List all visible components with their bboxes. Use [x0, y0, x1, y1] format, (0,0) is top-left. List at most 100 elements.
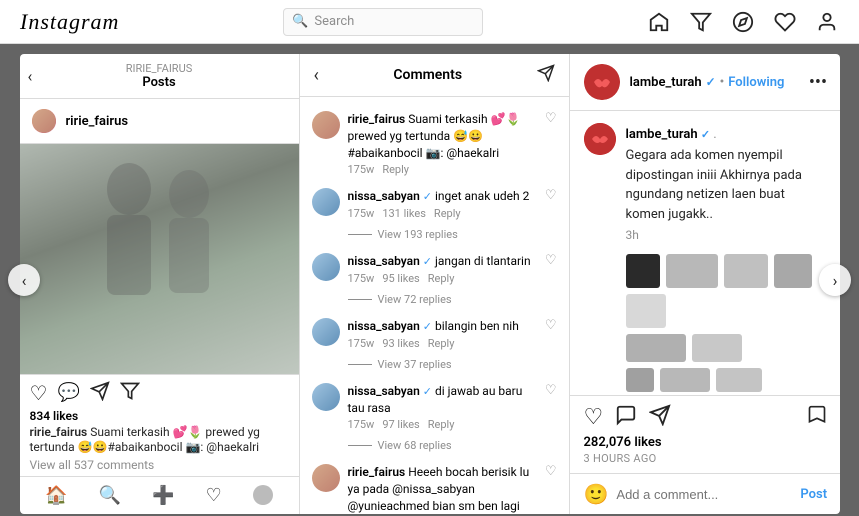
detail-panel: lambe_turah ✓ • Following ••• lam	[570, 54, 840, 514]
heart-icon[interactable]	[773, 10, 797, 34]
verified-icon: ✓	[423, 190, 432, 203]
thumbnail-sm2	[660, 368, 710, 392]
more-options-button[interactable]: •••	[809, 72, 827, 93]
verified-icon: ✓	[423, 385, 432, 398]
comment-avatar[interactable]	[312, 464, 340, 492]
comment-reply-button[interactable]: Reply	[382, 163, 409, 176]
comment-icon[interactable]: 💬	[57, 382, 79, 403]
comments-list: ririe_fairus Suami terkasih 💕🌷 prewed yg…	[300, 97, 569, 514]
comment-text: ririe_fairus Suami terkasih 💕🌷 prewed yg…	[348, 111, 537, 161]
thumbnail-light	[626, 294, 666, 328]
comment-like-button[interactable]: ♡	[545, 464, 557, 514]
filter-icon[interactable]	[689, 10, 713, 34]
view-replies-link[interactable]: View 68 replies	[300, 437, 569, 458]
add-comment-input[interactable]	[616, 487, 792, 502]
thumbnail-sm1	[626, 368, 654, 392]
comment-reply-button[interactable]: Reply	[428, 272, 455, 285]
detail-comment-text: Gegara ada komen nyempil dipostingan ini…	[626, 146, 828, 224]
view-replies-link[interactable]: View 193 replies	[300, 226, 569, 247]
comment-item: ririe_fairus Heeeh bocah berisik lu ya p…	[300, 458, 569, 514]
comment-avatar[interactable]	[312, 383, 340, 411]
home-icon[interactable]	[647, 10, 671, 34]
replies-line	[348, 445, 372, 446]
detail-share-icon[interactable]	[649, 404, 671, 431]
carousel-arrow-left[interactable]: ‹	[8, 264, 40, 296]
comment-likes: 97 likes	[382, 418, 419, 431]
explore-icon[interactable]	[731, 10, 755, 34]
comment-meta: 175w 95 likes Reply	[348, 272, 537, 285]
comment-content: bilangin ben nih	[435, 319, 519, 333]
bottom-add-icon[interactable]: ➕	[152, 485, 174, 506]
view-comments-link[interactable]: View all 537 comments	[30, 458, 289, 472]
bottom-heart-icon[interactable]: ♡	[206, 485, 222, 506]
post-action-icons: ♡ 💬	[30, 381, 289, 405]
thumbnail-gray3	[774, 254, 812, 288]
detail-user-info: lambe_turah ✓ • Following	[630, 75, 785, 90]
bottom-profile-icon[interactable]	[253, 485, 273, 505]
comment-meta: 175w 93 likes Reply	[348, 337, 537, 350]
comment-body: nissa_sabyan ✓ inget anak udeh 2 175w 13…	[348, 188, 537, 220]
comment-reply-button[interactable]: Reply	[428, 418, 455, 431]
comments-send-button[interactable]	[537, 64, 555, 86]
emoji-button[interactable]: 🙂	[584, 482, 609, 506]
panel-username-label: RIRIE_FAIRUS	[30, 62, 289, 75]
comment-like-button[interactable]: ♡	[545, 318, 557, 350]
share-icon[interactable]	[90, 381, 110, 405]
detail-username: lambe_turah ✓ • Following	[630, 75, 785, 90]
comment-text: ririe_fairus Heeeh bocah berisik lu ya p…	[348, 464, 537, 514]
post-comment-button[interactable]: Post	[800, 487, 827, 502]
post-username[interactable]: ririe_fairus	[66, 114, 129, 129]
top-navigation: Instagram 🔍 Search	[0, 0, 859, 44]
thumbnail-med1	[626, 334, 686, 362]
comment-avatar[interactable]	[312, 253, 340, 281]
comment-meta: 175w Reply	[348, 163, 537, 176]
detail-content: lambe_turah ✓ . Gegara ada komen nyempil…	[570, 111, 840, 395]
following-button[interactable]: Following	[728, 75, 784, 90]
view-replies-link[interactable]: View 37 replies	[300, 356, 569, 377]
detail-verified-icon: ✓	[701, 128, 710, 141]
carousel-arrow-right[interactable]: ›	[819, 264, 851, 296]
search-bar[interactable]: 🔍 Search	[283, 8, 483, 36]
comment-like-button[interactable]: ♡	[545, 383, 557, 432]
likes-count: 834 likes	[30, 409, 289, 423]
detail-likes-count: 282,076 likes	[584, 435, 828, 450]
bottom-search-icon[interactable]: 🔍	[99, 485, 121, 506]
comment-username: nissa_sabyan	[348, 319, 420, 333]
filter-tag-icon[interactable]	[120, 381, 140, 405]
detail-bookmark-icon[interactable]	[807, 404, 827, 431]
comment-time: 175w	[348, 337, 375, 350]
comment-content: jangan di tlantarin	[435, 254, 531, 268]
comment-like-button[interactable]: ♡	[545, 111, 557, 176]
post-image	[20, 144, 299, 374]
comment-reply-button[interactable]: Reply	[434, 207, 461, 220]
comment-avatar[interactable]	[312, 188, 340, 216]
comment-like-button[interactable]: ♡	[545, 188, 557, 220]
bottom-home-icon[interactable]: 🏠	[45, 485, 67, 506]
comment-body: nissa_sabyan ✓ bilangin ben nih 175w 93 …	[348, 318, 537, 350]
modal-container: ‹ RIRIE_FAIRUS Posts ririe_fairus	[20, 54, 840, 514]
comment-reply-button[interactable]: Reply	[428, 337, 455, 350]
comment-body: nissa_sabyan ✓ di jawab au baru tau rasa…	[348, 383, 537, 432]
comment-body: ririe_fairus Heeeh bocah berisik lu ya p…	[348, 464, 537, 514]
detail-avatar[interactable]	[584, 64, 620, 100]
comment-item: ririe_fairus Suami terkasih 💕🌷 prewed yg…	[300, 105, 569, 182]
comment-like-button[interactable]: ♡	[545, 253, 557, 285]
verified-badge: ✓	[706, 75, 716, 89]
comment-text: nissa_sabyan ✓ bilangin ben nih	[348, 318, 537, 335]
like-icon[interactable]: ♡	[30, 381, 48, 405]
dot-separator: •	[720, 75, 725, 90]
comment-time: 175w	[348, 272, 375, 285]
panel-back-button[interactable]: ‹	[28, 67, 33, 86]
detail-comment-avatar[interactable]	[584, 123, 616, 155]
comment-likes: 131 likes	[382, 207, 426, 220]
comment-avatar[interactable]	[312, 318, 340, 346]
post-user-avatar[interactable]	[30, 107, 58, 135]
detail-comment-icon[interactable]	[615, 404, 637, 431]
profile-icon[interactable]	[815, 10, 839, 34]
comment-avatar[interactable]	[312, 111, 340, 139]
detail-like-icon[interactable]: ♡	[584, 405, 604, 430]
detail-action-icons: ♡	[584, 404, 828, 431]
view-replies-link[interactable]: View 72 replies	[300, 291, 569, 312]
post-panel: ‹ RIRIE_FAIRUS Posts ririe_fairus	[20, 54, 300, 514]
thumbnail-black	[626, 254, 660, 288]
